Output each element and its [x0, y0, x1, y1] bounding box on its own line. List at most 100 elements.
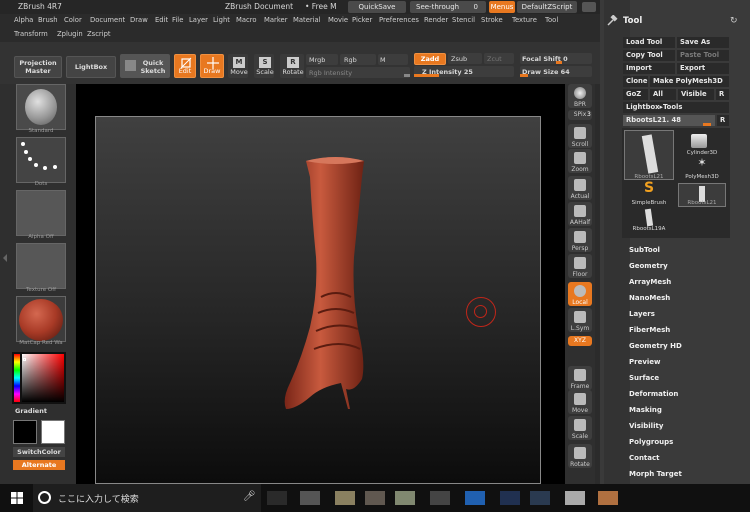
mrgb-button[interactable]: Mrgb	[306, 54, 338, 65]
subpalette-preview[interactable]: Preview	[629, 358, 661, 366]
menu-alpha[interactable]: Alpha	[14, 16, 33, 24]
windows-start-icon[interactable]	[11, 492, 23, 504]
focal-shift-slider[interactable]: Focal Shift 0	[520, 53, 592, 64]
zcut-button[interactable]: Zcut	[484, 53, 514, 64]
shelf-actual-button[interactable]: Actual	[568, 176, 592, 200]
shelf-bpr-button[interactable]: BPR	[568, 84, 592, 108]
switch-color-button[interactable]: SwitchColor	[13, 447, 65, 457]
menu-movie[interactable]: Movie	[328, 16, 348, 24]
subpalette-subtool[interactable]: SubTool	[629, 246, 660, 254]
taskbar-app-7[interactable]	[465, 491, 485, 505]
subpalette-morph-target[interactable]: Morph Target	[629, 470, 682, 478]
shelf-persp-button[interactable]: Persp	[568, 228, 592, 252]
export-button[interactable]: Export	[677, 63, 729, 74]
subpalette-deformation[interactable]: Deformation	[629, 390, 678, 398]
goz-r-button[interactable]: R	[716, 89, 729, 100]
load-tool-button[interactable]: Load Tool	[623, 37, 675, 48]
draw-button[interactable]: Draw	[200, 54, 224, 78]
zsub-button[interactable]: Zsub	[448, 53, 482, 64]
subpalette-surface[interactable]: Surface	[629, 374, 659, 382]
import-button[interactable]: Import	[623, 63, 675, 74]
zadd-button[interactable]: Zadd	[414, 53, 446, 65]
subpalette-nanomesh[interactable]: NanoMesh	[629, 294, 670, 302]
subpalette-geometry-hd[interactable]: Geometry HD	[629, 342, 682, 350]
z-intensity-slider[interactable]: Z Intensity 25	[414, 66, 514, 77]
rgb-intensity-slider[interactable]: Rgb Intensity	[306, 67, 410, 78]
make-polymesh-button[interactable]: Make PolyMesh3D	[650, 76, 729, 87]
menu-stencil[interactable]: Stencil	[452, 16, 475, 24]
shelf-scroll-button[interactable]: Scroll	[568, 124, 592, 148]
shelf-aahalf-button[interactable]: AAHalf	[568, 202, 592, 226]
polymesh-star-icon[interactable]: ✶	[676, 156, 728, 169]
subpalette-fibermesh[interactable]: FiberMesh	[629, 326, 670, 334]
saturation-square[interactable]	[22, 354, 64, 402]
shelf-lsym-button[interactable]: L.Sym	[568, 308, 592, 332]
rotate-button[interactable]: R Rotate	[280, 54, 304, 78]
subpalette-contact[interactable]: Contact	[629, 454, 660, 462]
shelf-floor-button[interactable]: Floor	[568, 254, 592, 278]
m-button[interactable]: M	[378, 54, 408, 65]
taskbar-app-4[interactable]	[365, 491, 385, 505]
search-box[interactable]: ここに入力して検索 🎤︎	[33, 484, 261, 512]
shelf-xyz-button[interactable]: XYZ	[568, 336, 592, 346]
taskbar-app-3[interactable]	[335, 491, 355, 505]
subpalette-polygroups[interactable]: Polygroups	[629, 438, 673, 446]
secondary-color-swatch[interactable]	[41, 420, 65, 444]
menu-transform[interactable]: Transform	[14, 30, 48, 38]
hue-strip[interactable]	[14, 354, 20, 402]
brush-thumbnail[interactable]	[16, 84, 66, 130]
color-picker[interactable]	[12, 352, 66, 404]
current-tool-slider[interactable]: RbootsL21. 48	[623, 115, 715, 126]
menu-document[interactable]: Document	[90, 16, 125, 24]
subpalette-visibility[interactable]: Visibility	[629, 422, 663, 430]
draw-size-slider[interactable]: Draw Size 64	[520, 66, 592, 77]
alternate-button[interactable]: Alternate	[13, 460, 65, 470]
rgb-button[interactable]: Rgb	[340, 54, 376, 65]
copy-tool-button[interactable]: Copy Tool	[623, 50, 675, 61]
lightbox-button[interactable]: LightBox	[66, 56, 116, 78]
microphone-icon[interactable]: 🎤︎	[243, 491, 256, 502]
menu-light[interactable]: Light	[213, 16, 230, 24]
shelf-scale-button[interactable]: Scale	[568, 416, 592, 440]
shelf-zoom-button[interactable]: Zoom	[568, 149, 592, 173]
menus-button[interactable]: Menus	[489, 1, 515, 13]
menu-material[interactable]: Material	[293, 16, 321, 24]
texture-thumbnail[interactable]	[16, 243, 66, 289]
menu-marker[interactable]: Marker	[264, 16, 288, 24]
taskbar-app-6[interactable]	[430, 491, 450, 505]
menu-render[interactable]: Render	[424, 16, 448, 24]
taskbar-app-5[interactable]	[395, 491, 415, 505]
menu-color[interactable]: Color	[64, 16, 82, 24]
shelf-local-button[interactable]: Local	[568, 282, 592, 306]
menu-zscript[interactable]: Zscript	[87, 30, 111, 38]
menu-picker[interactable]: Picker	[352, 16, 372, 24]
menu-macro[interactable]: Macro	[236, 16, 257, 24]
simplebrush-icon[interactable]: S	[624, 180, 674, 196]
menu-draw[interactable]: Draw	[130, 16, 148, 24]
collapse-left-icon[interactable]	[3, 254, 7, 262]
cylinder-icon[interactable]	[691, 134, 707, 148]
zscript-toggle-icon[interactable]	[582, 2, 596, 12]
all-button[interactable]: All	[650, 89, 676, 100]
default-zscript-button[interactable]: DefaultZScript	[517, 1, 577, 13]
menu-preferences[interactable]: Preferences	[379, 16, 419, 24]
quick-sketch-button[interactable]: Quick Sketch	[120, 54, 170, 78]
move-button[interactable]: M Move	[228, 54, 248, 78]
subpalette-geometry[interactable]: Geometry	[629, 262, 668, 270]
taskbar-app-11[interactable]	[598, 491, 618, 505]
taskbar-app-9[interactable]	[530, 491, 550, 505]
save-as-button[interactable]: Save As	[677, 37, 729, 48]
primary-color-swatch[interactable]	[13, 420, 37, 444]
menu-edit[interactable]: Edit	[155, 16, 168, 24]
alpha-thumbnail[interactable]	[16, 190, 66, 236]
boot-white-icon-3[interactable]	[644, 208, 654, 227]
taskbar-app-1[interactable]	[267, 491, 287, 505]
paste-tool-button[interactable]: Paste Tool	[677, 50, 729, 61]
edit-button[interactable]: Edit	[174, 54, 196, 78]
clone-button[interactable]: Clone	[623, 76, 648, 87]
menu-stroke[interactable]: Stroke	[481, 16, 503, 24]
visible-button[interactable]: Visible	[678, 89, 714, 100]
lightbox-tools-button[interactable]: Lightbox▸Tools	[623, 102, 729, 113]
taskbar-app-2[interactable]	[300, 491, 320, 505]
subpalette-layers[interactable]: Layers	[629, 310, 655, 318]
